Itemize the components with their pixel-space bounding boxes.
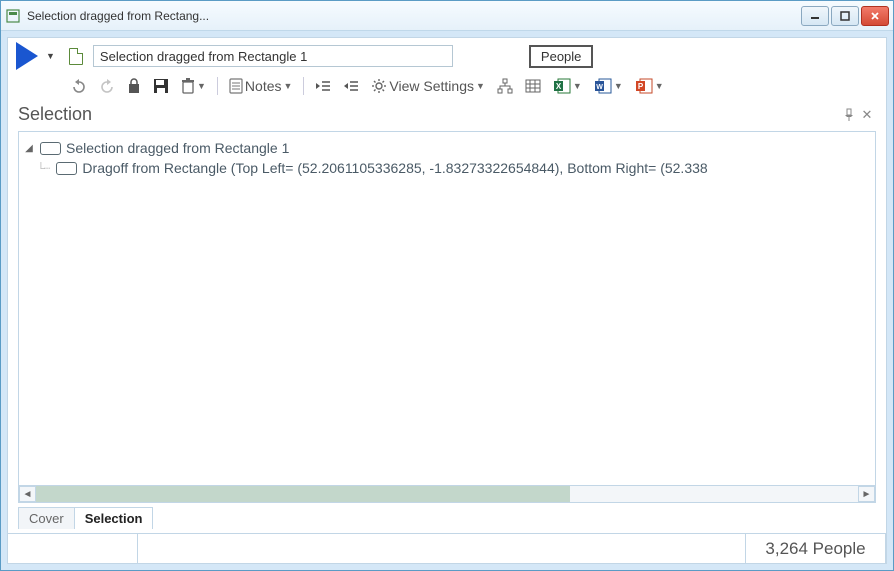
tree-root-label: Selection dragged from Rectangle 1 [66, 140, 289, 156]
scroll-right-button[interactable]: ► [858, 486, 875, 502]
run-button[interactable] [16, 42, 38, 70]
tree-root-row[interactable]: ◢ Selection dragged from Rectangle 1 [23, 138, 871, 158]
tree-child-label: Dragoff from Rectangle (Top Left= (52.20… [82, 160, 707, 176]
section-header: Selection ✕ [8, 102, 886, 127]
view-settings-label: View Settings [389, 78, 474, 94]
notes-button[interactable]: Notes▼ [226, 76, 296, 96]
expand-icon[interactable]: ◢ [23, 143, 35, 154]
svg-text:X: X [556, 82, 562, 91]
scroll-thumb[interactable] [36, 486, 570, 502]
selection-name-input[interactable] [93, 45, 453, 67]
outdent-button[interactable] [312, 77, 334, 95]
lock-button[interactable] [124, 76, 144, 96]
scroll-left-button[interactable]: ◄ [19, 486, 36, 502]
section-title: Selection [18, 104, 840, 125]
rectangle-node-icon [40, 142, 61, 155]
content-pane: ▼ People ▼ Notes▼ View Settings▼ [7, 37, 887, 564]
run-dropdown[interactable]: ▼ [46, 51, 55, 61]
excel-export-button[interactable]: X▼ [550, 76, 585, 96]
separator [303, 77, 304, 95]
tabs: Cover Selection [18, 507, 876, 529]
horizontal-scrollbar[interactable]: ◄ ► [19, 485, 875, 502]
window-controls [801, 6, 889, 26]
tree-child-row[interactable]: └┄ Dragoff from Rectangle (Top Left= (52… [23, 158, 871, 178]
people-button[interactable]: People [529, 45, 593, 68]
document-icon [69, 48, 83, 65]
svg-text:W: W [596, 84, 603, 91]
toolbar-top: ▼ People [8, 38, 886, 74]
app-window: Selection dragged from Rectang... ▼ Peop… [0, 0, 894, 571]
svg-text:P: P [638, 82, 644, 91]
tree-connector-icon: └┄ [37, 162, 49, 175]
status-cell-left [8, 534, 138, 563]
close-button[interactable] [861, 6, 889, 26]
status-count: 3,264 People [746, 534, 886, 563]
status-bar: 3,264 People [8, 533, 886, 563]
save-button[interactable] [150, 76, 172, 96]
window-title: Selection dragged from Rectang... [27, 9, 801, 23]
pin-button[interactable] [840, 106, 858, 124]
separator [217, 77, 218, 95]
hierarchy-icon[interactable] [494, 76, 516, 96]
powerpoint-export-button[interactable]: P▼ [632, 76, 667, 96]
minimize-button[interactable] [801, 6, 829, 26]
maximize-button[interactable] [831, 6, 859, 26]
undo-button[interactable] [68, 77, 90, 95]
indent-button[interactable] [340, 77, 362, 95]
tree-body: ◢ Selection dragged from Rectangle 1 └┄ … [19, 132, 875, 485]
tree-panel: ◢ Selection dragged from Rectangle 1 └┄ … [18, 131, 876, 503]
word-export-button[interactable]: W▼ [591, 76, 626, 96]
status-cell-middle [138, 534, 746, 563]
close-section-button[interactable]: ✕ [858, 106, 876, 124]
grid-icon[interactable] [522, 77, 544, 95]
view-settings-button[interactable]: View Settings▼ [368, 76, 488, 96]
delete-button[interactable]: ▼ [178, 76, 209, 96]
toolbar-bottom: ▼ Notes▼ View Settings▼ X▼ W▼ P▼ [8, 74, 886, 102]
rectangle-node-icon [56, 162, 77, 175]
scroll-track[interactable] [36, 486, 858, 502]
tab-selection[interactable]: Selection [74, 507, 154, 529]
redo-button[interactable] [96, 77, 118, 95]
tab-cover[interactable]: Cover [18, 507, 75, 529]
notes-label: Notes [245, 78, 282, 94]
titlebar: Selection dragged from Rectang... [1, 1, 893, 31]
app-icon [5, 8, 21, 24]
